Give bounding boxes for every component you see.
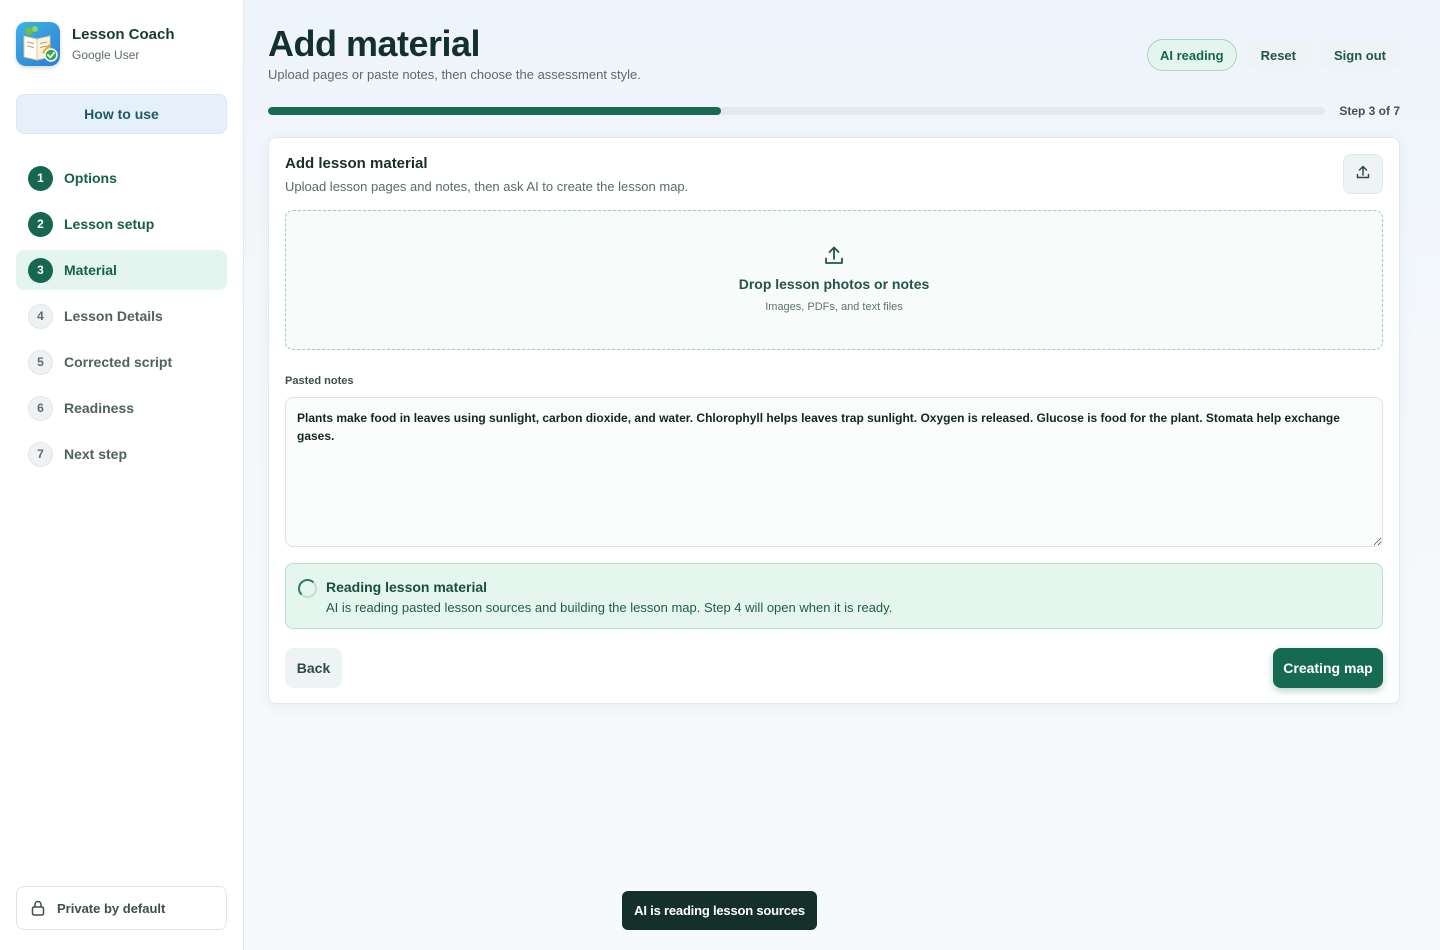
step-number: 2: [28, 211, 53, 237]
dropzone-title: Drop lesson photos or notes: [738, 276, 930, 292]
step-item-options[interactable]: 1 Options: [16, 158, 227, 198]
privacy-label: Private by default: [57, 900, 166, 916]
sign-out-button[interactable]: Sign out: [1320, 39, 1400, 71]
file-dropzone[interactable]: Drop lesson photos or notes Images, PDFs…: [285, 210, 1383, 350]
step-item-corrected-script[interactable]: 5 Corrected script: [16, 342, 227, 382]
step-item-lesson-details[interactable]: 4 Lesson Details: [16, 296, 227, 336]
step-nav: 1 Options 2 Lesson setup 3 Material 4 Le…: [16, 158, 227, 480]
step-item-readiness[interactable]: 6 Readiness: [16, 388, 227, 428]
step-item-lesson-setup[interactable]: 2 Lesson setup: [16, 204, 227, 244]
user-name: Google User: [72, 47, 140, 62]
creating-map-button[interactable]: Creating map: [1273, 648, 1383, 688]
step-label: Options: [64, 170, 117, 186]
upload-icon: [823, 244, 845, 266]
reading-status-panel: Reading lesson material AI is reading pa…: [285, 563, 1383, 629]
progress-bar: [268, 107, 1325, 115]
brand: Lesson Coach Google User: [16, 22, 175, 66]
loading-spinner-icon: [298, 579, 317, 598]
dropzone-subtitle: Images, PDFs, and text files: [765, 301, 903, 313]
step-number: 6: [28, 395, 53, 421]
step-number: 7: [28, 441, 53, 467]
step-number: 3: [28, 257, 53, 283]
step-number: 5: [28, 349, 53, 375]
status-text: AI is reading pasted lesson sources and …: [326, 600, 893, 615]
card-subtitle: Upload lesson pages and notes, then ask …: [285, 179, 689, 194]
material-card: Add lesson material Upload lesson pages …: [268, 137, 1400, 704]
step-label: Next step: [64, 446, 128, 462]
notes-label: Pasted notes: [285, 375, 354, 387]
back-button[interactable]: Back: [285, 648, 342, 688]
lock-icon: [31, 900, 45, 916]
reset-button[interactable]: Reset: [1246, 39, 1310, 71]
card-title: Add lesson material: [285, 155, 428, 172]
ai-reading-badge: AI reading: [1147, 39, 1237, 71]
progress-fill: [268, 107, 722, 115]
sidebar: Lesson Coach Google User How to use 1 Op…: [0, 0, 244, 950]
step-label: Lesson Details: [64, 308, 163, 324]
how-to-use-button[interactable]: How to use: [16, 94, 227, 134]
upload-icon: [1355, 164, 1371, 185]
app-logo: [16, 22, 60, 66]
step-label: Corrected script: [64, 354, 173, 370]
progress-label: Step 3 of 7: [1339, 104, 1400, 118]
upload-button[interactable]: [1343, 154, 1383, 194]
step-label: Material: [64, 262, 117, 278]
step-item-next-step[interactable]: 7 Next step: [16, 434, 227, 474]
page-subtitle: Upload pages or paste notes, then choose…: [268, 67, 641, 82]
app-name: Lesson Coach: [72, 25, 175, 43]
step-label: Readiness: [64, 400, 135, 416]
step-number: 1: [28, 165, 53, 191]
privacy-notice: Private by default: [16, 886, 227, 930]
status-title: Reading lesson material: [326, 579, 488, 595]
step-item-material[interactable]: 3 Material: [16, 250, 227, 290]
header-actions: AI reading Reset Sign out: [1147, 39, 1400, 71]
step-label: Lesson setup: [64, 216, 155, 232]
page-title: Add material: [268, 23, 481, 64]
toast-notification: AI is reading lesson sources: [622, 891, 817, 930]
pasted-notes-textarea[interactable]: Plants make food in leaves using sunligh…: [285, 397, 1383, 547]
step-number: 4: [28, 303, 53, 329]
